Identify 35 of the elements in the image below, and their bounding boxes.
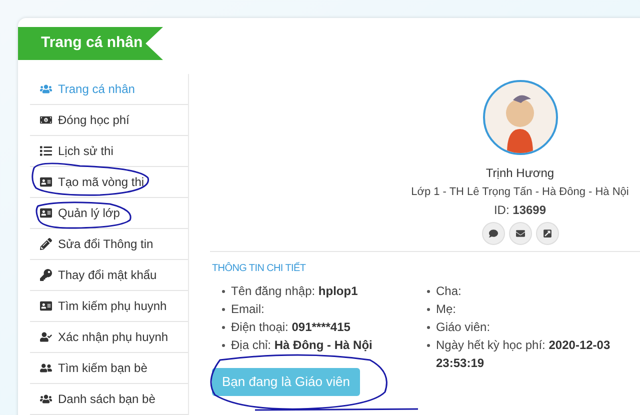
detail-text: Giáo viên: <box>436 319 490 336</box>
detail-text: Ngày hết kỳ học phí: 2020-12-03 23:53:19 <box>436 337 612 372</box>
bullet-icon <box>222 344 225 347</box>
profile-id: ID: 13699 <box>494 202 546 218</box>
profile-name: Trịnh Hương <box>486 165 554 181</box>
ribbon-title: Trang cá nhân <box>41 33 143 54</box>
pencil-icon <box>40 238 52 250</box>
detail-text: Email: <box>231 301 264 318</box>
school-text: Lớp 1 - TH Lê Trọng Tấn - Hà Đông - Hà Nội <box>411 185 629 200</box>
detail-text: Mẹ: <box>436 301 456 318</box>
user-check-icon <box>40 331 52 343</box>
user-pair-icon <box>40 362 52 374</box>
envelope-icon <box>516 229 524 238</box>
key-icon <box>40 269 52 281</box>
bullet-icon <box>427 344 430 347</box>
bullet-icon <box>427 308 430 311</box>
bullet-icon <box>222 308 225 311</box>
bullet-icon <box>222 290 225 293</box>
bullet-icon <box>427 326 430 329</box>
users-icon <box>40 83 52 95</box>
square-arrow-icon <box>542 229 552 238</box>
chat-bubble-icon <box>488 229 498 238</box>
id-card-icon <box>40 176 52 188</box>
bullet-icon <box>427 290 430 293</box>
id-card-icon <box>40 300 52 312</box>
banknote-icon <box>40 114 52 126</box>
id-card-icon <box>40 207 52 219</box>
list-icon <box>40 145 52 157</box>
section-title: THÔNG TIN CHI TIẾT <box>212 261 306 276</box>
detail-text: Điện thoại: 091****415 <box>231 319 350 336</box>
detail-text: Cha: <box>436 283 462 300</box>
bullet-icon <box>222 326 225 329</box>
users-icon <box>40 393 52 405</box>
detail-text: Địa chỉ: Hà Đông - Hà Nội <box>231 337 372 354</box>
detail-text: Tên đăng nhập: hplop1 <box>231 283 358 300</box>
